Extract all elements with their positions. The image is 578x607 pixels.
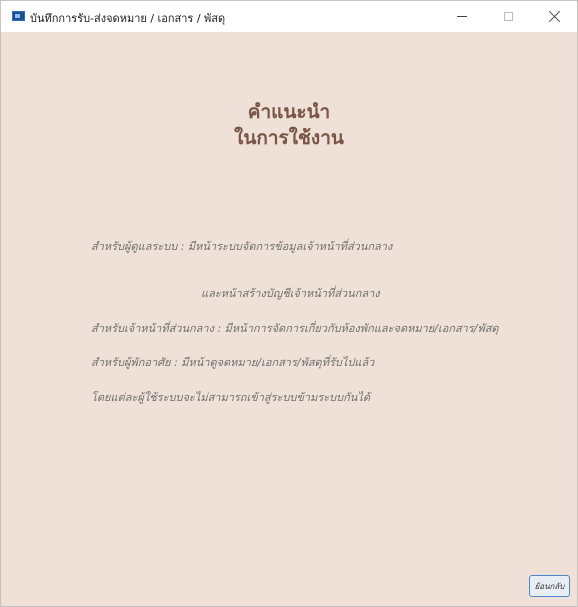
page-title-line-2: ในการใช้งาน	[234, 127, 344, 149]
window-title: บันทึกการรับ-ส่งจดหมาย / เอกสาร / พัสดุ	[30, 12, 226, 25]
back-button[interactable]: ย้อนกลับ	[529, 575, 570, 597]
minimize-icon	[457, 16, 467, 17]
page-title-line-1: คำแนะนำ	[247, 101, 331, 123]
app-window: บันทึกการรับ-ส่งจดหมาย / เอกสาร / พัสดุ …	[0, 0, 578, 607]
maximize-button[interactable]	[485, 1, 531, 32]
close-button[interactable]	[531, 1, 577, 32]
instruction-admin: สำหรับผู้ดูแลระบบ : มีหน้าระบบจัดการข้อม…	[91, 240, 393, 253]
instruction-resident: สำหรับผู้พักอาศัย : มีหน้าดูจดหมาย/เอกสา…	[91, 356, 375, 369]
app-window-icon	[12, 11, 25, 21]
instruction-admin-continued: และหน้าสร้างบัญชีเจ้าหน้าที่ส่วนกลาง	[201, 287, 380, 300]
minimize-button[interactable]	[439, 1, 485, 32]
instruction-note: โดยแต่ละผู้ใช้ระบบจะไม่สามารถเข้าสู่ระบบ…	[91, 391, 371, 404]
instruction-staff: สำหรับเจ้าหน้าที่ส่วนกลาง : มีหน้าการจัด…	[91, 322, 499, 335]
maximize-icon	[503, 12, 513, 21]
title-bar[interactable]: บันทึกการรับ-ส่งจดหมาย / เอกสาร / พัสดุ	[1, 1, 577, 32]
close-icon	[548, 10, 561, 23]
